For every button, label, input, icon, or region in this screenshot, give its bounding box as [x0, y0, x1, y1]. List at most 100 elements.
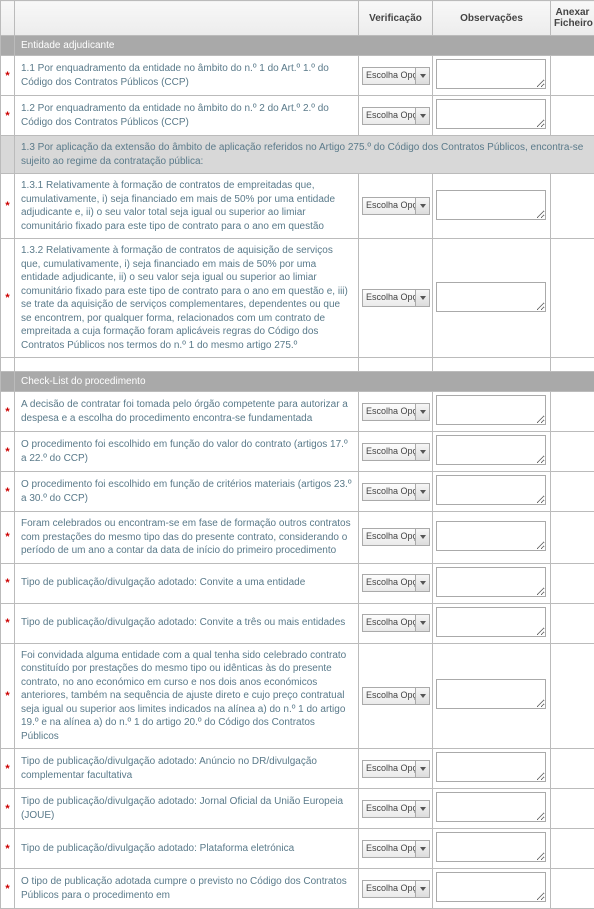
chevron-down-icon[interactable] [415, 881, 429, 897]
required-asterisk: * [1, 512, 15, 564]
dropdown-label: Escolha Opção [363, 68, 415, 84]
sub-header-text: 1.3 Por aplicação da extensão do âmbito … [15, 136, 594, 174]
table-row: *Tipo de publicação/divulgação adotado: … [1, 829, 594, 869]
chevron-down-icon[interactable] [415, 841, 429, 857]
observations-textarea[interactable] [436, 792, 546, 822]
chevron-down-icon[interactable] [415, 761, 429, 777]
chevron-down-icon[interactable] [415, 801, 429, 817]
sub-header-asterisk [1, 136, 15, 174]
table-row: *Tipo de publicação/divulgação adotado: … [1, 749, 594, 789]
dropdown-label: Escolha Opção [363, 575, 415, 591]
chevron-down-icon[interactable] [415, 484, 429, 500]
chevron-down-icon[interactable] [415, 404, 429, 420]
observations-textarea[interactable] [436, 567, 546, 597]
attach-file-cell [551, 512, 594, 564]
verification-dropdown[interactable]: Escolha Opção [362, 840, 430, 858]
verification-dropdown[interactable]: Escolha Opção [362, 67, 430, 85]
section-asterisk-cell [1, 372, 15, 392]
header-row: Verificação Observações Anexar Ficheiro [1, 1, 594, 36]
chevron-down-icon[interactable] [415, 198, 429, 214]
attach-file-cell [551, 174, 594, 239]
section-title: Check-List do procedimento [15, 372, 594, 392]
chevron-down-icon[interactable] [415, 68, 429, 84]
row-description: A decisão de contratar foi tomada pelo ó… [15, 392, 359, 432]
dropdown-label: Escolha Opção [363, 108, 415, 124]
observations-textarea[interactable] [436, 99, 546, 129]
required-asterisk: * [1, 174, 15, 239]
observations-textarea[interactable] [436, 282, 546, 312]
section-header: Check-List do procedimento [1, 372, 594, 392]
required-asterisk: * [1, 869, 15, 909]
header-blank-2 [15, 1, 359, 36]
chevron-down-icon[interactable] [415, 444, 429, 460]
dropdown-label: Escolha Opção [363, 841, 415, 857]
attach-file-cell [551, 563, 594, 603]
required-asterisk: * [1, 472, 15, 512]
dropdown-label: Escolha Opção [363, 801, 415, 817]
observations-cell [433, 96, 551, 136]
observations-textarea[interactable] [436, 435, 546, 465]
observations-textarea[interactable] [436, 607, 546, 637]
dropdown-label: Escolha Opção [363, 688, 415, 704]
verification-cell: Escolha Opção [359, 563, 433, 603]
checklist-table: Verificação Observações Anexar Ficheiro … [0, 0, 594, 909]
observations-textarea[interactable] [436, 679, 546, 709]
table-row: *1.1 Por enquadramento da entidade no âm… [1, 56, 594, 96]
required-asterisk: * [1, 563, 15, 603]
header-observacoes: Observações [433, 1, 551, 36]
observations-textarea[interactable] [436, 59, 546, 89]
chevron-down-icon[interactable] [415, 688, 429, 704]
observations-textarea[interactable] [436, 190, 546, 220]
verification-dropdown[interactable]: Escolha Opção [362, 528, 430, 546]
observations-textarea[interactable] [436, 832, 546, 862]
row-description: 1.2 Por enquadramento da entidade no âmb… [15, 96, 359, 136]
observations-textarea[interactable] [436, 872, 546, 902]
table-row: *O tipo de publicação adotada cumpre o p… [1, 869, 594, 909]
verification-dropdown[interactable]: Escolha Opção [362, 289, 430, 307]
attach-file-cell [551, 392, 594, 432]
row-description: Foram celebrados ou encontram-se em fase… [15, 512, 359, 564]
verification-dropdown[interactable]: Escolha Opção [362, 687, 430, 705]
dropdown-label: Escolha Opção [363, 529, 415, 545]
verification-dropdown[interactable]: Escolha Opção [362, 614, 430, 632]
chevron-down-icon[interactable] [415, 575, 429, 591]
header-verificacao: Verificação [359, 1, 433, 36]
verification-dropdown[interactable]: Escolha Opção [362, 107, 430, 125]
chevron-down-icon[interactable] [415, 529, 429, 545]
attach-file-cell [551, 96, 594, 136]
observations-cell [433, 749, 551, 789]
required-asterisk: * [1, 392, 15, 432]
observations-textarea[interactable] [436, 521, 546, 551]
attach-file-cell [551, 749, 594, 789]
required-asterisk: * [1, 56, 15, 96]
verification-dropdown[interactable]: Escolha Opção [362, 197, 430, 215]
table-row: *O procedimento foi escolhido em função … [1, 432, 594, 472]
table-row: *Tipo de publicação/divulgação adotado: … [1, 789, 594, 829]
required-asterisk: * [1, 749, 15, 789]
verification-dropdown[interactable]: Escolha Opção [362, 760, 430, 778]
verification-dropdown[interactable]: Escolha Opção [362, 443, 430, 461]
verification-dropdown[interactable]: Escolha Opção [362, 574, 430, 592]
chevron-down-icon[interactable] [415, 108, 429, 124]
required-asterisk: * [1, 96, 15, 136]
observations-textarea[interactable] [436, 475, 546, 505]
blank-row [1, 358, 594, 372]
required-asterisk: * [1, 643, 15, 749]
verification-cell: Escolha Opção [359, 869, 433, 909]
observations-textarea[interactable] [436, 752, 546, 782]
verification-dropdown[interactable]: Escolha Opção [362, 880, 430, 898]
observations-cell [433, 603, 551, 643]
attach-file-cell [551, 643, 594, 749]
header-blank-1 [1, 1, 15, 36]
row-description: 1.3.2 Relativamente à formação de contra… [15, 239, 359, 358]
chevron-down-icon[interactable] [415, 290, 429, 306]
verification-dropdown[interactable]: Escolha Opção [362, 403, 430, 421]
observations-cell [433, 432, 551, 472]
verification-dropdown[interactable]: Escolha Opção [362, 483, 430, 501]
verification-cell: Escolha Opção [359, 512, 433, 564]
observations-cell [433, 174, 551, 239]
observations-textarea[interactable] [436, 395, 546, 425]
row-description: Tipo de publicação/divulgação adotado: P… [15, 829, 359, 869]
verification-dropdown[interactable]: Escolha Opção [362, 800, 430, 818]
chevron-down-icon[interactable] [415, 615, 429, 631]
